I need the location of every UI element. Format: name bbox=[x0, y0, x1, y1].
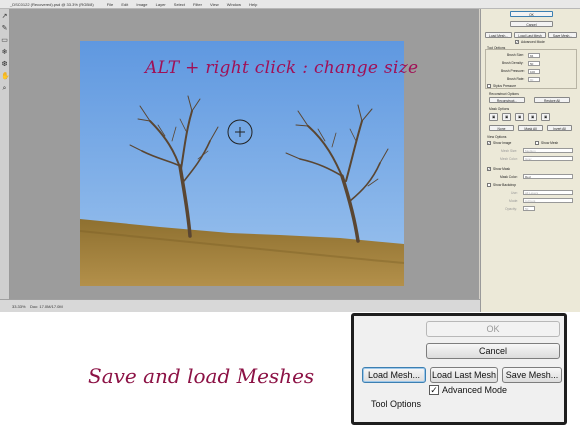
mask-none-button[interactable]: None bbox=[489, 125, 514, 131]
mode-select[interactable]: In Front bbox=[523, 198, 573, 203]
opacity-label: Opacity: bbox=[505, 207, 518, 211]
callout-advanced-mode-checkbox[interactable]: ✓ bbox=[429, 385, 439, 395]
mesh-size-select[interactable]: Medium bbox=[523, 148, 573, 153]
eraser-icon[interactable]: ▭ bbox=[1, 36, 8, 45]
mask-intersect-icon[interactable]: ▣ bbox=[528, 113, 537, 121]
mask-options-heading: Mask Options bbox=[489, 107, 510, 111]
mask-color-select[interactable]: Red bbox=[523, 174, 573, 179]
menu-image[interactable]: Image bbox=[136, 2, 147, 7]
callout-advanced-mode-label: Advanced Mode bbox=[442, 385, 508, 395]
brush-pressure-field[interactable]: 100 bbox=[528, 69, 540, 74]
cancel-button[interactable]: Cancel bbox=[510, 21, 553, 27]
zoom-level[interactable]: 33.33% bbox=[12, 304, 26, 309]
callout-load-last-mesh-button[interactable]: Load Last Mesh bbox=[430, 367, 498, 383]
ok-button[interactable]: OK bbox=[510, 11, 553, 17]
mode-label: Mode: bbox=[509, 199, 519, 203]
save-mesh-button[interactable]: Save Mesh... bbox=[548, 32, 577, 38]
brush-rate-field[interactable]: 80 bbox=[528, 77, 540, 82]
callout-save-mesh-button[interactable]: Save Mesh... bbox=[502, 367, 562, 383]
options-panel: OK Cancel Load Mesh... Load Last Mesh Sa… bbox=[480, 9, 580, 312]
thaw-icon[interactable]: ❆ bbox=[1, 60, 8, 69]
advanced-mode-checkbox[interactable]: ✓ bbox=[515, 40, 519, 44]
callout-tool-options-label: Tool Options bbox=[371, 399, 422, 409]
status-bar: 33.33% Doc: 17.0M/17.0M bbox=[0, 299, 480, 312]
pointer-icon[interactable]: ↗ bbox=[1, 12, 8, 21]
instruction-overlay: ALT + right click : change size bbox=[145, 58, 419, 78]
mask-invert-icon[interactable]: ▣ bbox=[541, 113, 550, 121]
show-mask-checkbox[interactable]: ✓ bbox=[487, 167, 491, 171]
menu-view[interactable]: View bbox=[210, 2, 219, 7]
show-mask-label: Show Mask bbox=[493, 167, 511, 171]
load-last-mesh-button[interactable]: Load Last Mesh bbox=[514, 32, 546, 38]
zoom-icon[interactable]: ⌕ bbox=[1, 84, 8, 93]
brush-size-label: Brush Size: bbox=[507, 53, 524, 57]
advanced-mode-label: Advanced Mode bbox=[521, 40, 545, 44]
invert-all-button[interactable]: Invert All bbox=[547, 125, 572, 131]
restore-all-button[interactable]: Restore All bbox=[534, 97, 570, 103]
window-title: _DSC0122 (Recovered).psd @ 33.3% (RGB/8) bbox=[10, 2, 94, 7]
menu-file[interactable]: File bbox=[107, 2, 113, 7]
menu-filter[interactable]: Filter bbox=[193, 2, 202, 7]
mesh-color-select[interactable]: Gray bbox=[523, 156, 573, 161]
reconstruct-button[interactable]: Reconstruct... bbox=[489, 97, 525, 103]
mesh-color-label: Mesh Color: bbox=[500, 157, 518, 161]
use-label: Use: bbox=[511, 191, 518, 195]
mesh-size-label: Mesh Size: bbox=[501, 149, 518, 153]
show-image-label: Show Image bbox=[493, 141, 512, 145]
title-bar: _DSC0122 (Recovered).psd @ 33.3% (RGB/8)… bbox=[0, 0, 580, 9]
callout-load-mesh-button[interactable]: Load Mesh... bbox=[362, 367, 426, 383]
menu-select[interactable]: Select bbox=[174, 2, 185, 7]
menu-edit[interactable]: Edit bbox=[121, 2, 128, 7]
reconstruct-options-heading: Reconstruct Options bbox=[489, 92, 519, 96]
doc-status: Doc: 17.0M/17.0M bbox=[30, 304, 63, 309]
stylus-pressure-checkbox[interactable] bbox=[487, 84, 491, 88]
brush-icon[interactable]: ✎ bbox=[1, 24, 8, 33]
brush-density-label: Brush Density: bbox=[502, 61, 524, 65]
show-backdrop-label: Show Backdrop bbox=[493, 183, 517, 187]
brush-pressure-label: Brush Pressure: bbox=[501, 69, 525, 73]
show-backdrop-checkbox[interactable] bbox=[487, 183, 491, 187]
mask-all-button[interactable]: Mask All bbox=[518, 125, 543, 131]
brush-density-field[interactable]: 50 bbox=[528, 61, 540, 66]
caption: Save and load Meshes bbox=[88, 364, 315, 388]
zoom-callout: OK Cancel Load Mesh... Load Last Mesh Sa… bbox=[351, 313, 567, 425]
mask-replace-icon[interactable]: ▣ bbox=[489, 113, 498, 121]
mask-color-label: Mask Color: bbox=[500, 175, 518, 179]
show-image-checkbox[interactable]: ✓ bbox=[487, 141, 491, 145]
hand-icon[interactable]: ✋ bbox=[1, 72, 10, 81]
menu-window[interactable]: Window bbox=[227, 2, 241, 7]
use-select[interactable]: All Layers bbox=[523, 190, 573, 195]
freeze-icon[interactable]: ❄ bbox=[1, 48, 8, 57]
load-mesh-button[interactable]: Load Mesh... bbox=[485, 32, 512, 38]
tools-toolbar: ↗ ✎ ▭ ❄ ❆ ✋ ⌕ bbox=[0, 9, 10, 299]
mask-add-icon[interactable]: ▣ bbox=[502, 113, 511, 121]
stylus-pressure-label: Stylus Pressure bbox=[493, 84, 517, 88]
mask-subtract-icon[interactable]: ▣ bbox=[515, 113, 524, 121]
menu-layer[interactable]: Layer bbox=[156, 2, 166, 7]
callout-cancel-button[interactable]: Cancel bbox=[426, 343, 560, 359]
brush-size-field[interactable]: 84 bbox=[528, 53, 540, 58]
view-options-heading: View Options bbox=[487, 135, 507, 139]
menu-help[interactable]: Help bbox=[249, 2, 257, 7]
opacity-field[interactable]: 50 bbox=[523, 206, 535, 211]
brush-rate-label: Brush Rate: bbox=[507, 77, 525, 81]
show-mesh-checkbox[interactable] bbox=[535, 141, 539, 145]
show-mesh-label: Show Mesh bbox=[541, 141, 559, 145]
callout-ok-button[interactable]: OK bbox=[426, 321, 560, 337]
